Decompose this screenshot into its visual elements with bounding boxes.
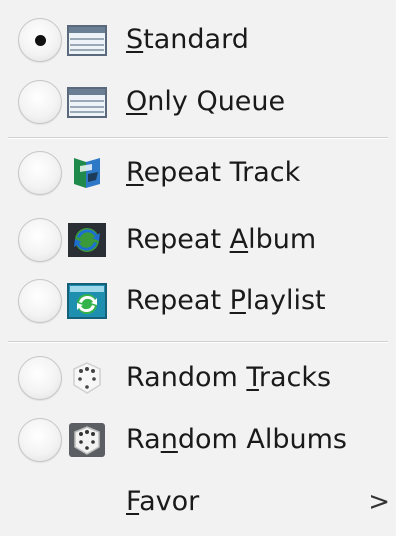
- menu-item-repeat-track[interactable]: Repeat Track: [0, 143, 396, 203]
- submenu-arrow-icon: >: [368, 487, 390, 517]
- menu-item-repeat-playlist[interactable]: Repeat Playlist: [0, 271, 396, 331]
- menu-separator: [8, 341, 388, 343]
- playback-mode-menu: Standard Only Queue Repeat Track Repeat …: [0, 0, 396, 536]
- menu-item-favor[interactable]: Favor >: [0, 472, 396, 532]
- repeat-album-icon: [68, 223, 106, 257]
- radio-random-albums[interactable]: [18, 418, 62, 462]
- menu-item-repeat-album[interactable]: Repeat Album: [0, 210, 396, 270]
- menu-item-repeat-track-label: Repeat Track: [126, 157, 301, 188]
- repeat-playlist-icon: [67, 283, 107, 319]
- menu-item-only-queue-label: Only Queue: [126, 86, 286, 117]
- dice-gray-icon: [69, 423, 105, 457]
- menu-item-only-queue[interactable]: Only Queue: [0, 72, 396, 132]
- menu-item-standard-label: Standard: [126, 24, 249, 55]
- radio-repeat-track[interactable]: [18, 151, 62, 195]
- radio-random-tracks[interactable]: [18, 356, 62, 400]
- standard-view-icon: [67, 25, 107, 56]
- radio-repeat-playlist[interactable]: [18, 279, 62, 323]
- queue-view-icon: [67, 87, 107, 118]
- menu-item-repeat-playlist-label: Repeat Playlist: [126, 285, 326, 316]
- menu-item-standard[interactable]: Standard: [0, 10, 396, 70]
- menu-item-repeat-album-label: Repeat Album: [126, 224, 317, 255]
- menu-item-favor-label: Favor: [126, 486, 200, 517]
- repeat-track-icon: [74, 158, 100, 188]
- menu-item-random-albums[interactable]: Random Albums: [0, 410, 396, 470]
- radio-only-queue[interactable]: [18, 80, 62, 124]
- menu-separator: [8, 137, 388, 139]
- radio-repeat-album[interactable]: [18, 218, 62, 262]
- menu-item-random-tracks-label: Random Tracks: [126, 362, 332, 393]
- radio-selected-dot: [35, 35, 46, 46]
- menu-item-random-albums-label: Random Albums: [126, 424, 347, 455]
- radio-standard[interactable]: [18, 18, 62, 62]
- menu-item-random-tracks[interactable]: Random Tracks: [0, 348, 396, 408]
- dice-white-icon: [73, 362, 101, 394]
